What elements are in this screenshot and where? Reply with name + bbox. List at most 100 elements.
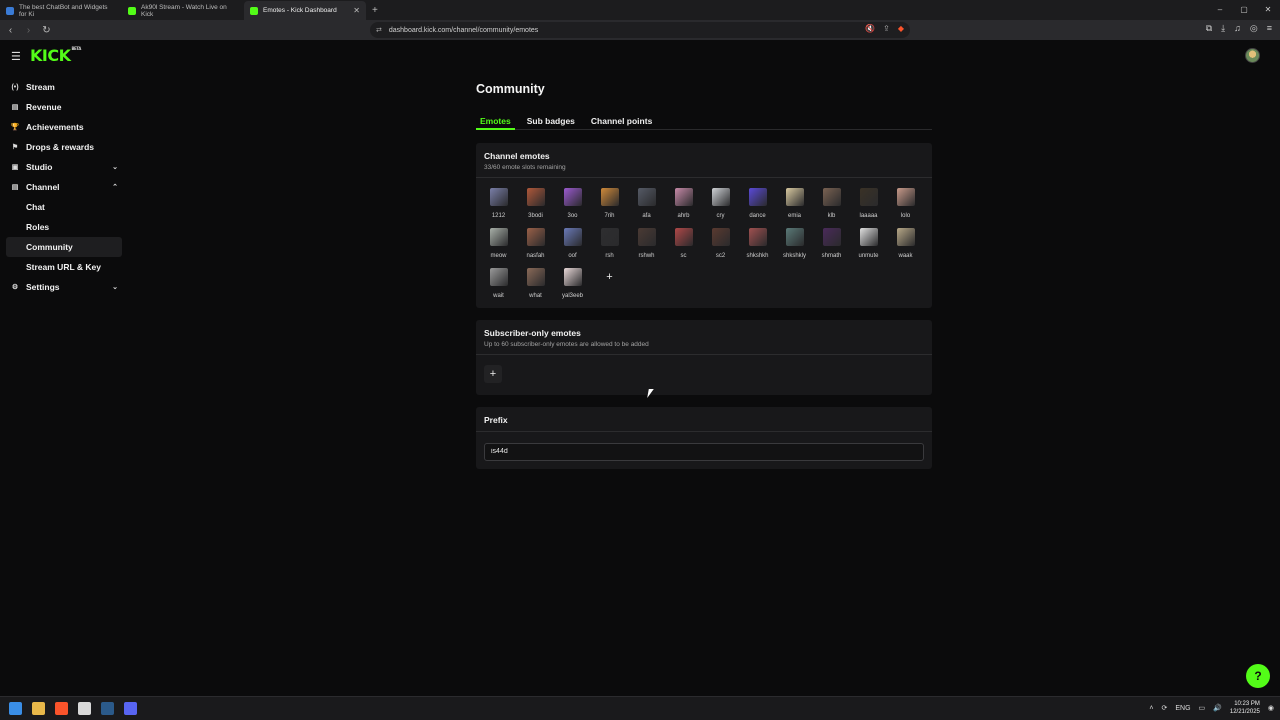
- emote-item[interactable]: oof: [554, 228, 591, 260]
- emote-item[interactable]: rshwh: [628, 228, 665, 260]
- media-icon[interactable]: ♫: [1234, 23, 1241, 34]
- emote-item[interactable]: shkshkh: [739, 228, 776, 260]
- chevron-up-icon[interactable]: ⌃: [112, 183, 118, 191]
- volume-icon[interactable]: 🔊: [1213, 704, 1222, 712]
- minimize-button[interactable]: –: [1208, 0, 1232, 20]
- card-subtitle: Up to 60 subscriber-only emotes are allo…: [484, 341, 649, 348]
- emote-item[interactable]: cry: [702, 188, 739, 220]
- forward-icon[interactable]: ›: [21, 25, 36, 36]
- add-subscriber-emote-button[interactable]: +: [484, 365, 502, 383]
- emote-thumbnail: [711, 228, 730, 246]
- sidebar-item-studio[interactable]: ▣ Studio ⌄: [6, 157, 122, 177]
- brave-shield-icon[interactable]: ◆: [898, 24, 904, 33]
- emote-thumbnail: [859, 188, 878, 206]
- sidebar-item-drops-rewards[interactable]: ⚑ Drops & rewards: [6, 137, 122, 157]
- menu-icon[interactable]: ≡: [1267, 23, 1272, 34]
- emote-item[interactable]: emia: [776, 188, 813, 220]
- share-icon[interactable]: ⇪: [883, 24, 890, 33]
- sidebar-item-chat[interactable]: Chat: [6, 197, 122, 217]
- extensions-icon[interactable]: ⧉: [1206, 23, 1212, 34]
- tab-sub-badges[interactable]: Sub badges: [523, 116, 579, 130]
- emote-item[interactable]: rsh: [591, 228, 628, 260]
- new-tab-button[interactable]: +: [372, 1, 378, 20]
- tab-title: Ak90l Stream - Watch Live on Kick: [141, 3, 227, 18]
- address-bar[interactable]: ⇄ dashboard.kick.com/channel/community/e…: [370, 22, 910, 38]
- help-chat-button[interactable]: ?: [1246, 664, 1270, 688]
- hamburger-menu-icon[interactable]: ☰: [11, 50, 21, 63]
- emote-item[interactable]: unmute: [850, 228, 887, 260]
- clock[interactable]: 10:23 PM 12/21/2025: [1230, 700, 1260, 716]
- reload-icon[interactable]: ↻: [39, 25, 54, 36]
- main-content: Community Emotes Sub badges Channel poin…: [476, 82, 932, 469]
- emote-item[interactable]: lolo: [887, 188, 924, 220]
- back-icon[interactable]: ‹: [3, 25, 18, 36]
- sidebar-item-achievements[interactable]: 🏆 Achievements: [6, 117, 122, 137]
- site-info-icon[interactable]: ⇄: [376, 26, 382, 34]
- emote-item[interactable]: shkshkly: [776, 228, 813, 260]
- windows-icon[interactable]: [9, 702, 22, 715]
- emote-item[interactable]: waak: [887, 228, 924, 260]
- chevron-down-icon[interactable]: ⌄: [112, 283, 118, 291]
- emote-item[interactable]: 3oo: [554, 188, 591, 220]
- download-icon[interactable]: ⤓: [1221, 23, 1225, 34]
- kick-logo[interactable]: KICKBETA: [30, 46, 81, 65]
- emote-item[interactable]: afa: [628, 188, 665, 220]
- tab-favicon-icon: [6, 6, 14, 15]
- avatar[interactable]: [1245, 48, 1260, 63]
- emote-item[interactable]: shmath: [813, 228, 850, 260]
- emote-item[interactable]: yal3eeb: [554, 268, 591, 300]
- emote-item[interactable]: what: [517, 268, 554, 300]
- emote-item[interactable]: laaaaa: [850, 188, 887, 220]
- discord-icon[interactable]: [124, 702, 137, 715]
- emote-thumbnail: [637, 228, 656, 246]
- emote-item[interactable]: klb: [813, 188, 850, 220]
- maximize-button[interactable]: ▢: [1232, 0, 1256, 20]
- emote-name: 7rih: [604, 213, 615, 219]
- emote-item[interactable]: nasfah: [517, 228, 554, 260]
- browser-tab-active[interactable]: Emotes - Kick Dashboard ✕: [244, 1, 366, 20]
- chrome-icon[interactable]: [78, 702, 91, 715]
- emote-item[interactable]: 3bodi: [517, 188, 554, 220]
- card-header: Channel emotes 33/60 emote slots remaini…: [476, 143, 932, 178]
- emote-item[interactable]: 7rih: [591, 188, 628, 220]
- mute-icon[interactable]: 🔇: [865, 24, 875, 33]
- emote-item[interactable]: wait: [480, 268, 517, 300]
- tab-emotes[interactable]: Emotes: [476, 116, 515, 130]
- browser-toolbar-right: ⧉ ⤓ ♫ ◎ ≡: [1206, 23, 1272, 34]
- chevron-down-icon[interactable]: ⌄: [112, 163, 118, 171]
- sidebar-item-community[interactable]: Community: [6, 237, 122, 257]
- emote-item[interactable]: ahrb: [665, 188, 702, 220]
- sidebar-item-stream[interactable]: (•) Stream: [6, 77, 122, 97]
- trophy-icon: 🏆: [10, 124, 20, 131]
- add-emote-button[interactable]: +: [601, 268, 619, 286]
- emote-item[interactable]: sc2: [702, 228, 739, 260]
- sidebar-item-stream-url-key[interactable]: Stream URL & Key: [6, 257, 122, 277]
- wallet-icon[interactable]: ◎: [1250, 23, 1258, 34]
- sidebar-item-settings[interactable]: ⚙ Settings ⌄: [6, 277, 122, 297]
- steam-icon[interactable]: [101, 702, 114, 715]
- explorer-icon[interactable]: [32, 702, 45, 715]
- sidebar: (•) Stream ▤ Revenue 🏆 Achievements ⚑ Dr…: [6, 77, 122, 297]
- notification-icon[interactable]: ◉: [1268, 704, 1274, 712]
- emote-item[interactable]: meow: [480, 228, 517, 260]
- emote-item[interactable]: 1212: [480, 188, 517, 220]
- browser-tab[interactable]: The best ChatBot and Widgets for Ki: [0, 1, 122, 20]
- date-text: 12/21/2025: [1229, 709, 1260, 715]
- emote-name: klb: [827, 213, 836, 219]
- tab-channel-points[interactable]: Channel points: [587, 116, 656, 130]
- network-icon[interactable]: ▭: [1199, 704, 1206, 712]
- emote-item[interactable]: sc: [665, 228, 702, 260]
- tab-close-icon[interactable]: ✕: [353, 6, 360, 15]
- close-window-button[interactable]: ✕: [1256, 0, 1280, 20]
- sync-icon[interactable]: ⟳: [1161, 704, 1167, 712]
- prefix-input[interactable]: [484, 442, 924, 461]
- emote-item[interactable]: dance: [739, 188, 776, 220]
- studio-icon: ▣: [11, 164, 19, 171]
- sidebar-item-revenue[interactable]: ▤ Revenue: [6, 97, 122, 117]
- chevron-up-icon[interactable]: ˄: [1149, 705, 1153, 712]
- browser-tab[interactable]: Ak90l Stream - Watch Live on Kick: [122, 1, 244, 20]
- brave-icon[interactable]: [55, 702, 68, 715]
- sidebar-item-roles[interactable]: Roles: [6, 217, 122, 237]
- sidebar-item-channel[interactable]: ▤ Channel ⌃: [6, 177, 122, 197]
- language-indicator[interactable]: ENG: [1175, 705, 1190, 712]
